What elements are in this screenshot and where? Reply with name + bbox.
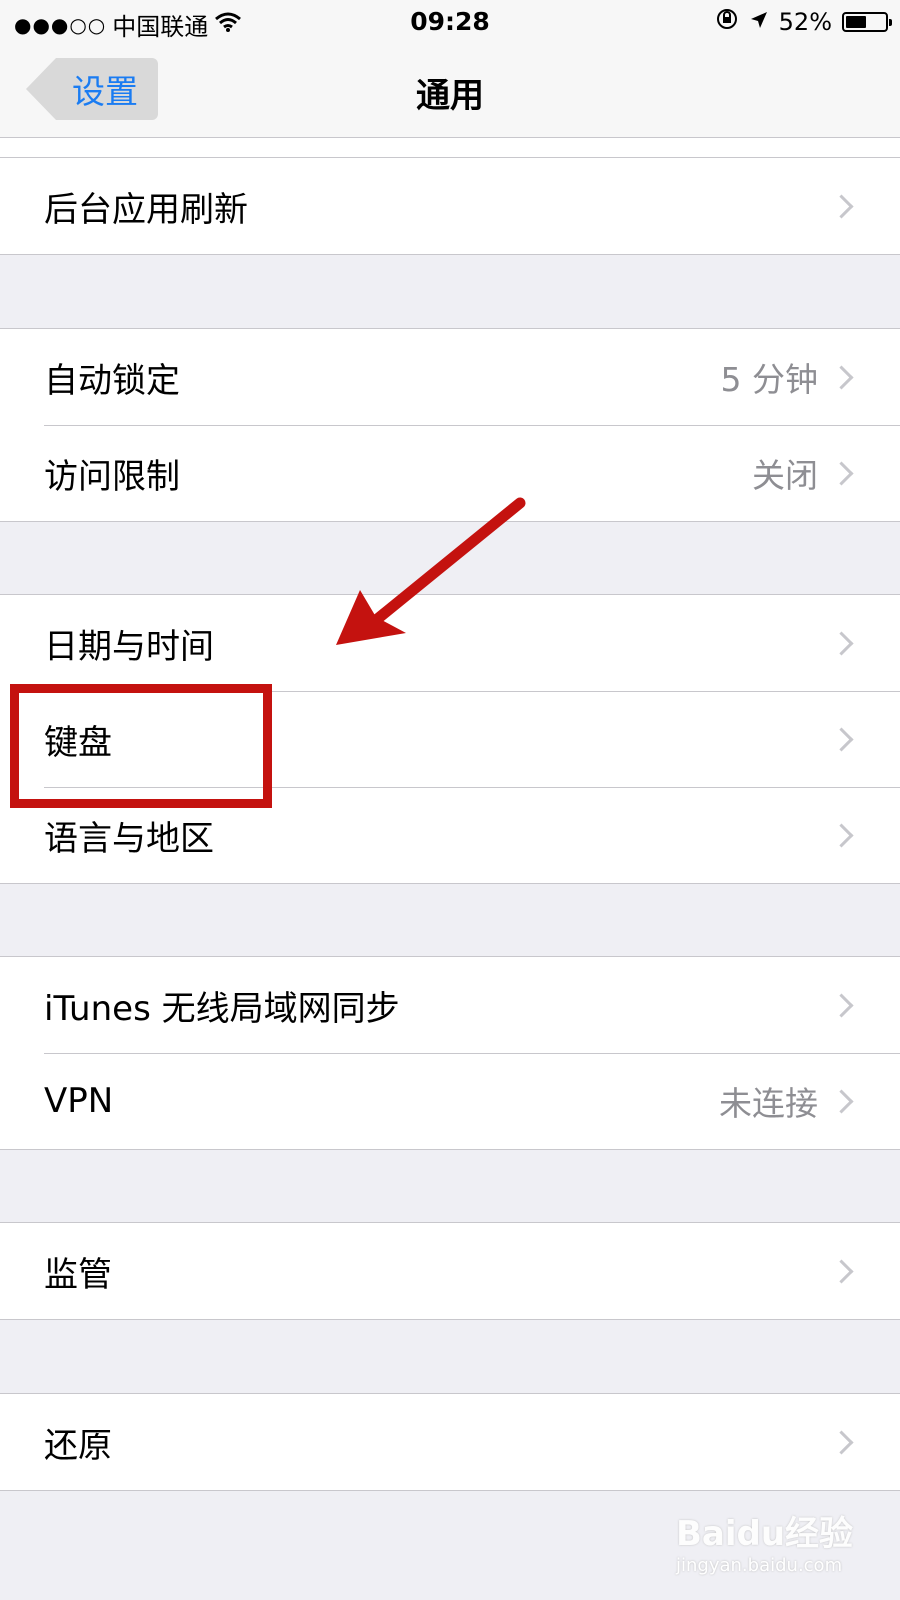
setting-reset[interactable]: 还原 (0, 1394, 900, 1490)
orientation-lock-icon (715, 7, 739, 37)
settings-group-2: 自动锁定 5 分钟 访问限制 关闭 (0, 328, 900, 522)
setting-label: 自动锁定 (44, 360, 180, 401)
setting-label: 还原 (44, 1425, 112, 1466)
settings-group-1: 后台应用刷新 (0, 157, 900, 255)
setting-label: VPN (44, 1081, 114, 1121)
setting-label: 日期与时间 (44, 626, 214, 667)
setting-itunes-wifi-sync[interactable]: iTunes 无线局域网同步 (0, 957, 900, 1053)
chevron-right-icon (829, 193, 854, 219)
setting-value: 关闭 (752, 456, 818, 495)
setting-label: 后台应用刷新 (44, 189, 248, 230)
page-title: 通用 (416, 76, 484, 116)
chevron-right-icon (829, 364, 854, 390)
chevron-right-icon (829, 1258, 854, 1284)
setting-background-app-refresh[interactable]: 后台应用刷新 (0, 158, 900, 254)
scrolled-cell-partial (0, 138, 900, 158)
watermark: Baidu经验 jingyan.baidu.com (676, 1506, 856, 1576)
setting-value: 未连接 (719, 1084, 818, 1123)
chevron-right-icon (829, 822, 854, 848)
chevron-right-icon (829, 1088, 854, 1114)
annotation-arrow-icon (336, 497, 526, 645)
chevron-right-icon (829, 460, 854, 486)
settings-group-5: 监管 (0, 1222, 900, 1320)
setting-label: 访问限制 (44, 456, 180, 497)
setting-label: iTunes 无线局域网同步 (44, 988, 400, 1029)
settings-group-4: iTunes 无线局域网同步 VPN 未连接 (0, 956, 900, 1150)
setting-vpn[interactable]: VPN 未连接 (0, 1053, 900, 1149)
watermark-brand: Baidu经验 (676, 1514, 854, 1554)
chevron-right-icon (829, 1429, 854, 1455)
setting-label: 语言与地区 (44, 818, 214, 859)
battery-icon (842, 12, 892, 32)
chevron-right-icon (829, 726, 854, 752)
annotation-highlight-box (10, 684, 272, 808)
setting-label: 监管 (44, 1254, 112, 1295)
chevron-right-icon (829, 630, 854, 656)
status-right: 52% (715, 7, 892, 37)
watermark-url: jingyan.baidu.com (676, 1555, 843, 1576)
setting-supervision[interactable]: 监管 (0, 1223, 900, 1319)
chevron-right-icon (829, 992, 854, 1018)
settings-group-6: 还原 (0, 1393, 900, 1491)
status-bar: ●●●○○ 中国联通 09:28 52% (0, 0, 900, 44)
setting-auto-lock[interactable]: 自动锁定 5 分钟 (0, 329, 900, 425)
navigation-bar: 设置 通用 (0, 44, 900, 138)
setting-value: 5 分钟 (720, 360, 819, 399)
battery-percent: 52% (778, 8, 832, 36)
location-icon (749, 8, 769, 36)
battery-fill (846, 16, 866, 28)
